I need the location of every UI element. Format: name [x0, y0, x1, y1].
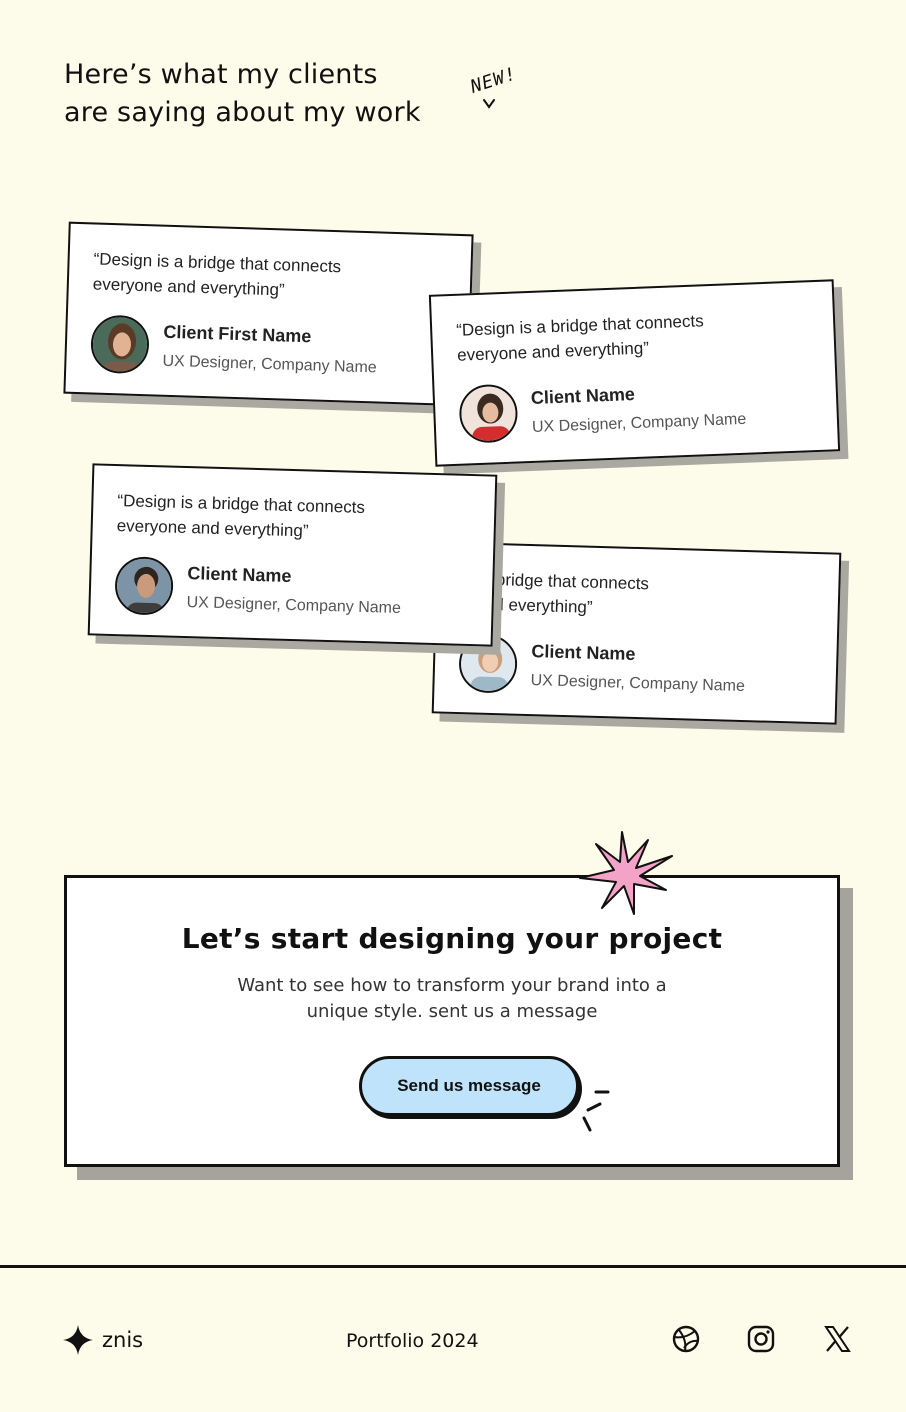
testimonial-quote: “Design is a bridge that connects everyo…	[92, 249, 342, 300]
cta-panel: Let’s start designing your project Want …	[64, 875, 840, 1167]
brand-name: znis	[102, 1328, 144, 1352]
client-name: Client Name	[530, 383, 636, 408]
client-name: Client Name	[531, 640, 636, 664]
brand-logo[interactable]: znis	[62, 1324, 143, 1356]
sparkle-logo-icon	[63, 1325, 93, 1355]
client-role: UX Designer, Company Name	[530, 671, 746, 695]
x-icon[interactable]	[822, 1324, 852, 1354]
testimonial-card: “Design is a bridge that connects everyo…	[428, 279, 841, 467]
client-role: UX Designer, Company Name	[162, 352, 377, 376]
cta-subtitle: Want to see how to transform your brand …	[67, 973, 837, 1025]
sparkle-burst-icon	[579, 831, 673, 915]
footer-portfolio-label: Portfolio 2024	[346, 1330, 479, 1352]
testimonial-card: “Design is a bridge that connects everyo…	[63, 221, 474, 407]
client-role: UX Designer, Company Name	[531, 410, 747, 436]
client-role: UX Designer, Company Name	[186, 593, 402, 617]
testimonial-quote: “Design is a bridge that connects everyo…	[116, 491, 366, 541]
avatar	[114, 556, 174, 616]
heading-line-1: Here’s what my clients	[64, 59, 378, 90]
send-message-button[interactable]: Send us message	[359, 1056, 579, 1116]
cta-subtitle-line-1: Want to see how to transform your brand …	[237, 975, 667, 996]
testimonial-quote: “Design is a bridge that connects everyo…	[455, 311, 705, 365]
avatar	[90, 314, 150, 375]
client-name: Client Name	[187, 562, 292, 586]
dribbble-icon[interactable]	[671, 1324, 701, 1354]
cta-title: Let’s start designing your project	[181, 922, 723, 955]
client-name: Client First Name	[163, 321, 312, 346]
sparks-icon	[582, 1090, 610, 1132]
cta-subtitle-line-2: unique style. sent us a message	[306, 1001, 598, 1022]
chevron-down-icon	[483, 99, 495, 109]
avatar	[458, 383, 519, 444]
new-badge: NEW!	[467, 63, 520, 98]
instagram-icon[interactable]	[746, 1324, 776, 1354]
heading-line-2: are saying about my work	[64, 97, 421, 128]
section-heading: Here’s what my clients are saying about …	[64, 56, 421, 132]
testimonial-card: “Design is a bridge that connects everyo…	[87, 463, 498, 647]
footer-divider	[0, 1265, 906, 1268]
